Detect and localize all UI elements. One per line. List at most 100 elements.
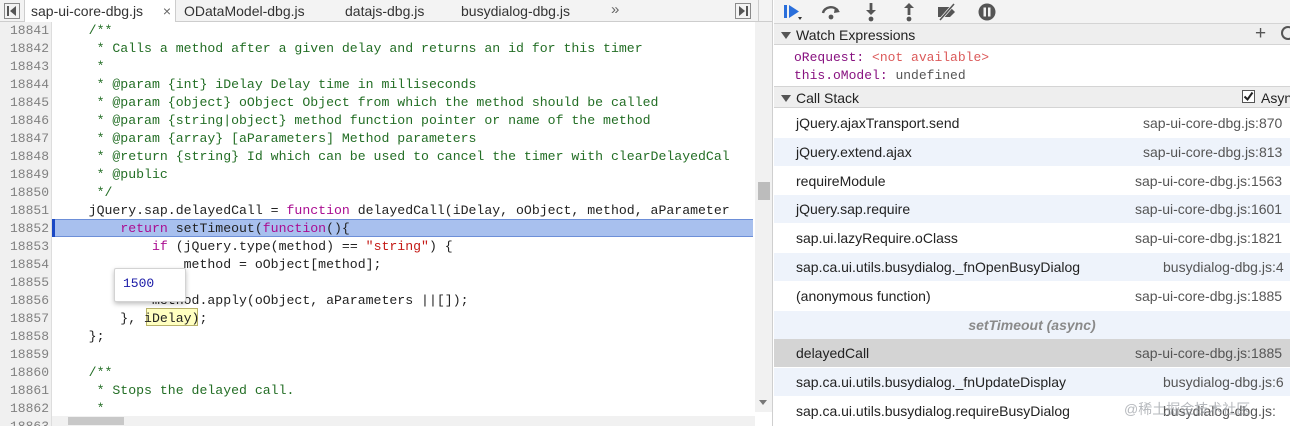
code-token: * Calls a method after a given delay and…	[57, 41, 643, 56]
call-stack-header[interactable]: Call Stack Async	[774, 86, 1290, 108]
step-over-icon[interactable]	[820, 2, 842, 22]
call-frame[interactable]: (anonymous function) sap-ui-core-dbg.js:1…	[774, 281, 1290, 311]
code-line: */	[57, 184, 113, 202]
code-token: function	[286, 203, 350, 218]
line-number[interactable]: 18858	[0, 328, 49, 346]
editor-tab-bar: sap-ui-core-dbg.js × ODataModel-dbg.js d…	[0, 0, 772, 23]
call-frame[interactable]: sap.ui.lazyRequire.oClass sap-ui-core-dbg…	[774, 224, 1290, 254]
toggle-debugger-icon[interactable]	[735, 3, 751, 19]
watch-item-this-omodel[interactable]: this.oModel: undefined	[794, 68, 966, 83]
code-token: if	[151, 239, 168, 254]
line-number[interactable]: 18849	[0, 166, 49, 184]
code-editor[interactable]: 18841 18842 18843 18844 18845 18846 18847 18848…	[0, 22, 772, 426]
line-number[interactable]: 18846	[0, 112, 49, 130]
refresh-watch-icon[interactable]	[1281, 26, 1290, 40]
call-frame[interactable]: jQuery.ajaxTransport.send sap-ui-core-dbg…	[774, 109, 1290, 138]
line-number[interactable]: 18845	[0, 94, 49, 112]
call-frame[interactable]: sap.ca.ui.utils.busydialog._fnUpdateDisp…	[774, 368, 1290, 398]
resume-icon[interactable]	[782, 2, 804, 22]
call-frame[interactable]: jQuery.sap.require sap-ui-core-dbg.js:160…	[774, 195, 1290, 225]
call-frame[interactable]: requireModule sap-ui-core-dbg.js:1563	[774, 166, 1290, 196]
line-number[interactable]: 18853	[0, 238, 49, 256]
vertical-scroll-thumb[interactable]	[758, 182, 770, 200]
code-token: "string"	[365, 239, 429, 254]
code-token: * @return {string} Id which can be used …	[57, 149, 730, 164]
deactivate-breakpoints-icon[interactable]	[936, 2, 958, 22]
code-token: * @param {int} iDelay Delay time in mill…	[57, 77, 477, 92]
pause-on-exceptions-icon[interactable]	[976, 2, 998, 22]
line-number[interactable]: 18841	[0, 22, 49, 40]
tab-overflow-icon[interactable]: »	[611, 0, 619, 22]
line-number[interactable]: 18862	[0, 400, 49, 418]
call-frame[interactable]: delayedCall sap-ui-core-dbg.js:1885	[774, 339, 1290, 369]
close-tab-icon[interactable]: ×	[163, 0, 171, 22]
line-number[interactable]: 18861	[0, 382, 49, 400]
vertical-scrollbar[interactable]	[755, 22, 772, 412]
line-number[interactable]: 18851	[0, 202, 49, 220]
scroll-down-arrow-icon[interactable]	[759, 400, 767, 405]
line-number[interactable]: 18844	[0, 76, 49, 94]
collapse-triangle-icon	[781, 32, 791, 39]
code-token: (){	[326, 221, 350, 236]
line-number[interactable]: 18860	[0, 364, 49, 382]
code-line: };	[57, 328, 105, 346]
line-number[interactable]: 18856	[0, 292, 49, 310]
call-frame-location[interactable]: busydialog-dbg.js:4	[1163, 259, 1284, 275]
code-token: ) {	[428, 239, 453, 254]
watch-expressions-header[interactable]: Watch Expressions +	[774, 23, 1290, 45]
line-number[interactable]: 18863	[0, 418, 49, 426]
horizontal-scroll-thumb[interactable]	[68, 417, 124, 425]
tab-sap-ui-core-dbg[interactable]: sap-ui-core-dbg.js ×	[24, 0, 176, 23]
line-number[interactable]: 18854	[0, 256, 49, 274]
step-out-icon[interactable]	[898, 2, 920, 22]
watch-name: oRequest	[794, 50, 857, 65]
line-number[interactable]: 18848	[0, 148, 49, 166]
line-number-gutter[interactable]: 18841 18842 18843 18844 18845 18846 18847 18848…	[0, 22, 52, 426]
debugger-sidebar: Watch Expressions + oRequest: <not avail…	[774, 0, 1290, 426]
debugger-toolbar	[774, 0, 1290, 24]
call-frame-location[interactable]: sap-ui-core-dbg.js:813	[1143, 144, 1282, 160]
call-frame[interactable]: sap.ca.ui.utils.busydialog._fnOpenBusyDi…	[774, 253, 1290, 282]
call-frame[interactable]: jQuery.extend.ajax sap-ui-core-dbg.js:813	[774, 137, 1290, 167]
step-into-icon[interactable]	[860, 2, 882, 22]
tab-label: sap-ui-core-dbg.js	[31, 3, 144, 19]
watch-value: undefined	[895, 68, 966, 83]
tab-datajs-dbg[interactable]: datajs-dbg.js	[345, 0, 424, 22]
horizontal-scrollbar[interactable]	[52, 416, 755, 426]
async-checkbox[interactable]	[1242, 90, 1255, 103]
call-frame-location[interactable]: sap-ui-core-dbg.js:1885	[1135, 288, 1282, 304]
collapse-triangle-icon	[781, 95, 791, 102]
code-line: /**	[57, 22, 113, 40]
call-frame-location[interactable]: sap-ui-core-dbg.js:870	[1143, 115, 1282, 131]
call-frame-location[interactable]: busydialog-dbg.js:6	[1163, 374, 1284, 390]
watch-item-orequest[interactable]: oRequest: <not available>	[794, 50, 989, 65]
call-frame-function: sap.ca.ui.utils.busydialog._fnOpenBusyDi…	[796, 259, 1081, 275]
tab-odatamodel-dbg[interactable]: ODataModel-dbg.js	[184, 0, 305, 22]
code-line: * Calls a method after a given delay and…	[57, 40, 643, 58]
line-number[interactable]: 18852	[0, 220, 49, 238]
line-number[interactable]: 18859	[0, 346, 49, 364]
call-frame-function: requireModule	[796, 172, 886, 189]
call-frame-location[interactable]: sap-ui-core-dbg.js:1563	[1135, 173, 1282, 189]
toggle-navigator-icon[interactable]	[4, 3, 20, 19]
line-number[interactable]: 18850	[0, 184, 49, 202]
watch-sep: :	[856, 50, 873, 65]
async-label: Async	[1261, 90, 1290, 106]
line-number[interactable]: 18843	[0, 58, 49, 76]
code-token: delayedCall(iDelay, oObject, method, aPa…	[349, 203, 730, 218]
line-number[interactable]: 18855	[0, 274, 49, 292]
code-line: if (jQuery.type(method) == "string") {	[57, 238, 453, 256]
call-frame-location[interactable]: sap-ui-core-dbg.js:1601	[1135, 201, 1282, 217]
call-frame-function: sap.ca.ui.utils.busydialog.requireBusyDi…	[796, 403, 1070, 419]
add-watch-expression-icon[interactable]: +	[1255, 23, 1266, 45]
tab-busydialog-dbg[interactable]: busydialog-dbg.js	[461, 0, 570, 22]
code-token: return	[120, 221, 168, 236]
line-number[interactable]: 18847	[0, 130, 49, 148]
code-line: * @param {object} oObject Object from wh…	[57, 94, 659, 112]
line-number[interactable]: 18842	[0, 40, 49, 58]
call-frame-location[interactable]: sap-ui-core-dbg.js:1885	[1135, 345, 1282, 361]
code-token: function	[262, 221, 327, 236]
call-frame-location[interactable]: sap-ui-core-dbg.js:1821	[1135, 230, 1282, 246]
line-number[interactable]: 18857	[0, 310, 49, 328]
